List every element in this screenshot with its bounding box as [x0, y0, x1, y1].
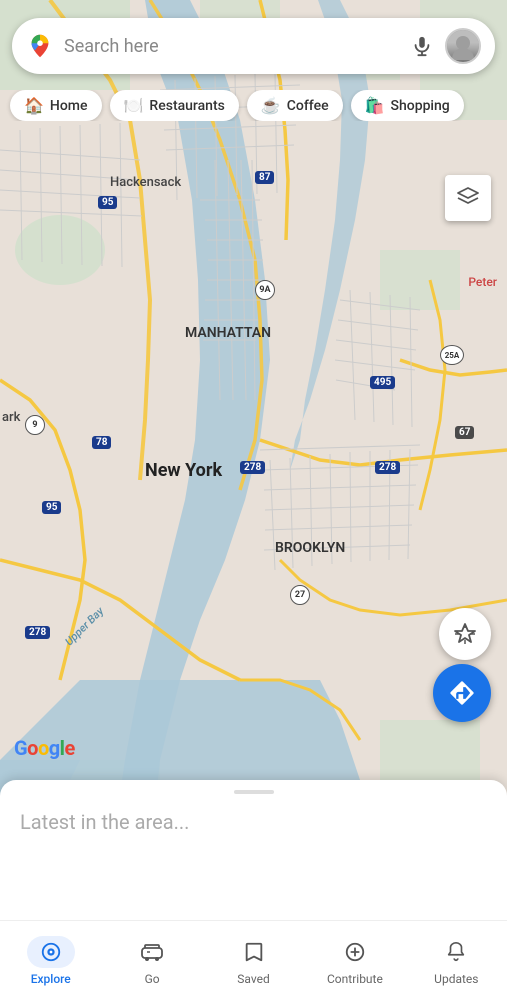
latest-in-area-text: Latest in the area...	[0, 794, 507, 834]
i95-sw-shield: 95	[42, 495, 61, 514]
i87-shield: 87	[255, 165, 274, 184]
search-placeholder: Search here	[64, 36, 407, 57]
chip-restaurants[interactable]: 🍽️ Restaurants	[110, 90, 239, 121]
contribute-label: Contribute	[327, 972, 383, 986]
i278-si-shield: 278	[25, 620, 50, 639]
shopping-icon: 🛍️	[365, 96, 385, 115]
updates-icon-wrap	[432, 936, 480, 968]
i495-shield: 495	[370, 370, 395, 389]
directions-button[interactable]	[433, 664, 491, 722]
mic-button[interactable]	[407, 31, 437, 61]
route-27-shield: 27	[290, 585, 310, 605]
chip-shopping[interactable]: 🛍️ Shopping	[351, 90, 464, 121]
home-icon: 🏠	[24, 96, 44, 115]
saved-icon-wrap	[230, 936, 278, 968]
nav-saved[interactable]: Saved	[203, 936, 304, 986]
i95-shield: 95	[98, 190, 117, 209]
coffee-icon: ☕	[261, 96, 281, 115]
i278-brooklyn-shield: 278	[375, 455, 400, 474]
user-avatar[interactable]	[445, 28, 481, 64]
bottom-sheet[interactable]: Latest in the area... Explore	[0, 780, 507, 1000]
route-9a-shield: 9A	[255, 280, 275, 300]
layers-button[interactable]	[445, 175, 491, 221]
i278-shield: 278	[240, 455, 265, 474]
nav-updates[interactable]: Updates	[406, 936, 507, 986]
search-bar[interactable]: Search here	[12, 18, 495, 74]
bottom-navigation: Explore Go Saved	[0, 920, 507, 1000]
category-chips-row: 🏠 Home 🍽️ Restaurants ☕ Coffee 🛍️ Shoppi…	[0, 90, 507, 121]
google-logo: Google	[14, 736, 75, 760]
chip-home-label: Home	[50, 98, 88, 114]
explore-label: Explore	[31, 972, 71, 986]
chip-home[interactable]: 🏠 Home	[10, 90, 102, 121]
google-maps-logo	[26, 32, 54, 60]
chip-coffee[interactable]: ☕ Coffee	[247, 90, 343, 121]
restaurants-icon: 🍽️	[124, 96, 144, 115]
explore-icon-wrap	[27, 936, 75, 968]
i67-shield: 67	[455, 420, 474, 439]
i78-shield: 78	[92, 430, 111, 449]
contribute-icon-wrap	[331, 936, 379, 968]
updates-label: Updates	[434, 972, 478, 986]
chip-shopping-label: Shopping	[391, 98, 450, 114]
i25a-shield: 25A	[440, 345, 464, 365]
go-icon-wrap	[128, 936, 176, 968]
saved-label: Saved	[237, 972, 269, 986]
chip-restaurants-label: Restaurants	[149, 98, 224, 114]
my-location-button[interactable]	[439, 608, 491, 660]
chip-coffee-label: Coffee	[287, 98, 329, 114]
go-label: Go	[145, 972, 160, 986]
nav-explore[interactable]: Explore	[0, 936, 101, 986]
map-container[interactable]: New York MANHATTAN BROOKLYN Hackensack U…	[0, 0, 507, 860]
nav-contribute[interactable]: Contribute	[304, 936, 405, 986]
route-9-shield: 9	[25, 415, 45, 435]
nav-go[interactable]: Go	[101, 936, 202, 986]
